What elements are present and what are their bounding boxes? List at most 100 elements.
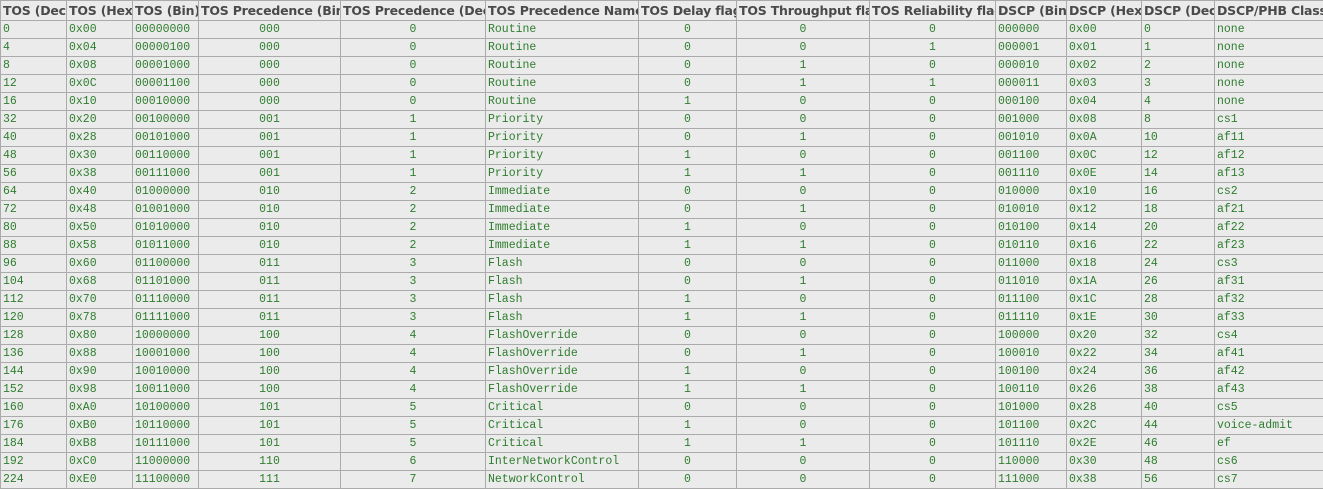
- cell-tos-hex: 0x48: [66, 200, 133, 219]
- cell-tos-precedence-bin: 010: [198, 236, 341, 255]
- column-header-tos-throughput-flag: TOS Throughput flag: [736, 0, 870, 21]
- cell-dscp-bin: 001110: [995, 164, 1067, 183]
- cell-tos-delay-flag: 1: [638, 92, 737, 111]
- cell-tos-bin: 01111000: [132, 308, 199, 327]
- cell-tos-delay-flag: 1: [638, 146, 737, 165]
- cell-dscp-bin: 011000: [995, 254, 1067, 273]
- cell-dscp-hex: 0x24: [1066, 362, 1142, 381]
- cell-tos-reliability-flag: 0: [869, 200, 996, 219]
- cell-dscp-bin: 000000: [995, 20, 1067, 39]
- cell-tos-precedence-name: Flash: [485, 290, 639, 309]
- cell-dscp-hex: 0x2E: [1066, 434, 1142, 453]
- cell-tos-precedence-name: FlashOverride: [485, 362, 639, 381]
- cell-tos-reliability-flag: 0: [869, 236, 996, 255]
- cell-tos-hex: 0xA0: [66, 398, 133, 417]
- cell-tos-dec: 48: [0, 146, 67, 165]
- cell-tos-throughput-flag: 0: [736, 398, 870, 417]
- cell-dscp-hex: 0x0E: [1066, 164, 1142, 183]
- cell-tos-precedence-bin: 000: [198, 38, 341, 57]
- cell-dscp-hex: 0x1A: [1066, 272, 1142, 291]
- cell-tos-dec: 152: [0, 380, 67, 399]
- cell-tos-precedence-name: FlashOverride: [485, 380, 639, 399]
- cell-tos-dec: 224: [0, 470, 67, 489]
- table-row: 160 0xA0 10100000 101 5 Critical 0 0 0 101000 0x28…: [0, 398, 1323, 417]
- cell-dscp-hex: 0x00: [1066, 20, 1142, 39]
- cell-dscp-dec: 8: [1141, 110, 1215, 129]
- column-header-tos-delay-flag: TOS Delay flag: [638, 0, 737, 21]
- cell-dscp-bin: 000010: [995, 56, 1067, 75]
- cell-tos-precedence-dec: 1: [340, 128, 486, 147]
- cell-tos-precedence-dec: 0: [340, 92, 486, 111]
- cell-tos-delay-flag: 0: [638, 20, 737, 39]
- cell-dscp-phb-class: af41: [1214, 344, 1323, 363]
- cell-dscp-dec: 12: [1141, 146, 1215, 165]
- cell-tos-bin: 00000000: [132, 20, 199, 39]
- table-row: 40 0x28 00101000 001 1 Priority 0 1 0 001010 0x0A 1…: [0, 128, 1323, 147]
- column-header-tos-dec: TOS (Dec): [0, 0, 67, 21]
- cell-dscp-hex: 0x10: [1066, 182, 1142, 201]
- cell-tos-bin: 10001000: [132, 344, 199, 363]
- cell-dscp-bin: 100010: [995, 344, 1067, 363]
- cell-tos-precedence-bin: 010: [198, 200, 341, 219]
- cell-tos-precedence-bin: 111: [198, 470, 341, 489]
- cell-tos-dec: 176: [0, 416, 67, 435]
- cell-tos-hex: 0x00: [66, 20, 133, 39]
- cell-tos-hex: 0x20: [66, 110, 133, 129]
- cell-dscp-phb-class: none: [1214, 92, 1323, 111]
- cell-tos-reliability-flag: 0: [869, 92, 996, 111]
- cell-tos-delay-flag: 1: [638, 380, 737, 399]
- cell-tos-bin: 01101000: [132, 272, 199, 291]
- cell-tos-hex: 0x04: [66, 38, 133, 57]
- cell-tos-delay-flag: 0: [638, 200, 737, 219]
- cell-tos-bin: 01011000: [132, 236, 199, 255]
- cell-tos-throughput-flag: 1: [736, 380, 870, 399]
- cell-tos-dec: 192: [0, 452, 67, 471]
- cell-tos-precedence-dec: 1: [340, 110, 486, 129]
- cell-tos-reliability-flag: 1: [869, 74, 996, 93]
- cell-tos-precedence-name: Flash: [485, 254, 639, 273]
- cell-tos-hex: 0x08: [66, 56, 133, 75]
- cell-dscp-phb-class: cs2: [1214, 182, 1323, 201]
- cell-tos-dec: 12: [0, 74, 67, 93]
- cell-tos-hex: 0xB0: [66, 416, 133, 435]
- cell-tos-throughput-flag: 0: [736, 452, 870, 471]
- cell-tos-throughput-flag: 1: [736, 344, 870, 363]
- cell-tos-dec: 128: [0, 326, 67, 345]
- cell-tos-delay-flag: 0: [638, 110, 737, 129]
- cell-tos-delay-flag: 1: [638, 416, 737, 435]
- cell-tos-throughput-flag: 0: [736, 92, 870, 111]
- cell-dscp-dec: 22: [1141, 236, 1215, 255]
- cell-dscp-bin: 001000: [995, 110, 1067, 129]
- cell-dscp-dec: 36: [1141, 362, 1215, 381]
- cell-dscp-bin: 001010: [995, 128, 1067, 147]
- cell-tos-precedence-dec: 3: [340, 308, 486, 327]
- cell-tos-precedence-dec: 3: [340, 290, 486, 309]
- cell-tos-precedence-name: Priority: [485, 146, 639, 165]
- cell-tos-delay-flag: 0: [638, 398, 737, 417]
- cell-tos-reliability-flag: 0: [869, 110, 996, 129]
- table-row: 96 0x60 01100000 011 3 Flash 0 0 0 011000 0x18 24 cs…: [0, 254, 1323, 273]
- cell-dscp-dec: 4: [1141, 92, 1215, 111]
- cell-dscp-dec: 32: [1141, 326, 1215, 345]
- cell-tos-precedence-bin: 001: [198, 110, 341, 129]
- cell-dscp-bin: 000001: [995, 38, 1067, 57]
- cell-tos-precedence-name: FlashOverride: [485, 326, 639, 345]
- cell-dscp-bin: 101100: [995, 416, 1067, 435]
- cell-dscp-hex: 0x30: [1066, 452, 1142, 471]
- cell-tos-precedence-name: Flash: [485, 308, 639, 327]
- cell-dscp-phb-class: af22: [1214, 218, 1323, 237]
- cell-dscp-phb-class: af32: [1214, 290, 1323, 309]
- cell-tos-precedence-dec: 3: [340, 272, 486, 291]
- cell-tos-bin: 00100000: [132, 110, 199, 129]
- cell-tos-precedence-bin: 000: [198, 92, 341, 111]
- table-row: 4 0x04 00000100 000 0 Routine 0 0 1 000001 0x01 1 no…: [0, 38, 1323, 57]
- cell-dscp-bin: 001100: [995, 146, 1067, 165]
- cell-tos-bin: 10000000: [132, 326, 199, 345]
- cell-dscp-phb-class: af31: [1214, 272, 1323, 291]
- table-row: 112 0x70 01110000 011 3 Flash 1 0 0 011100 0x1C 28 a…: [0, 290, 1323, 309]
- cell-tos-delay-flag: 0: [638, 272, 737, 291]
- cell-tos-bin: 10010000: [132, 362, 199, 381]
- cell-tos-reliability-flag: 0: [869, 344, 996, 363]
- cell-dscp-hex: 0x2C: [1066, 416, 1142, 435]
- cell-tos-precedence-name: InterNetworkControl: [485, 452, 639, 471]
